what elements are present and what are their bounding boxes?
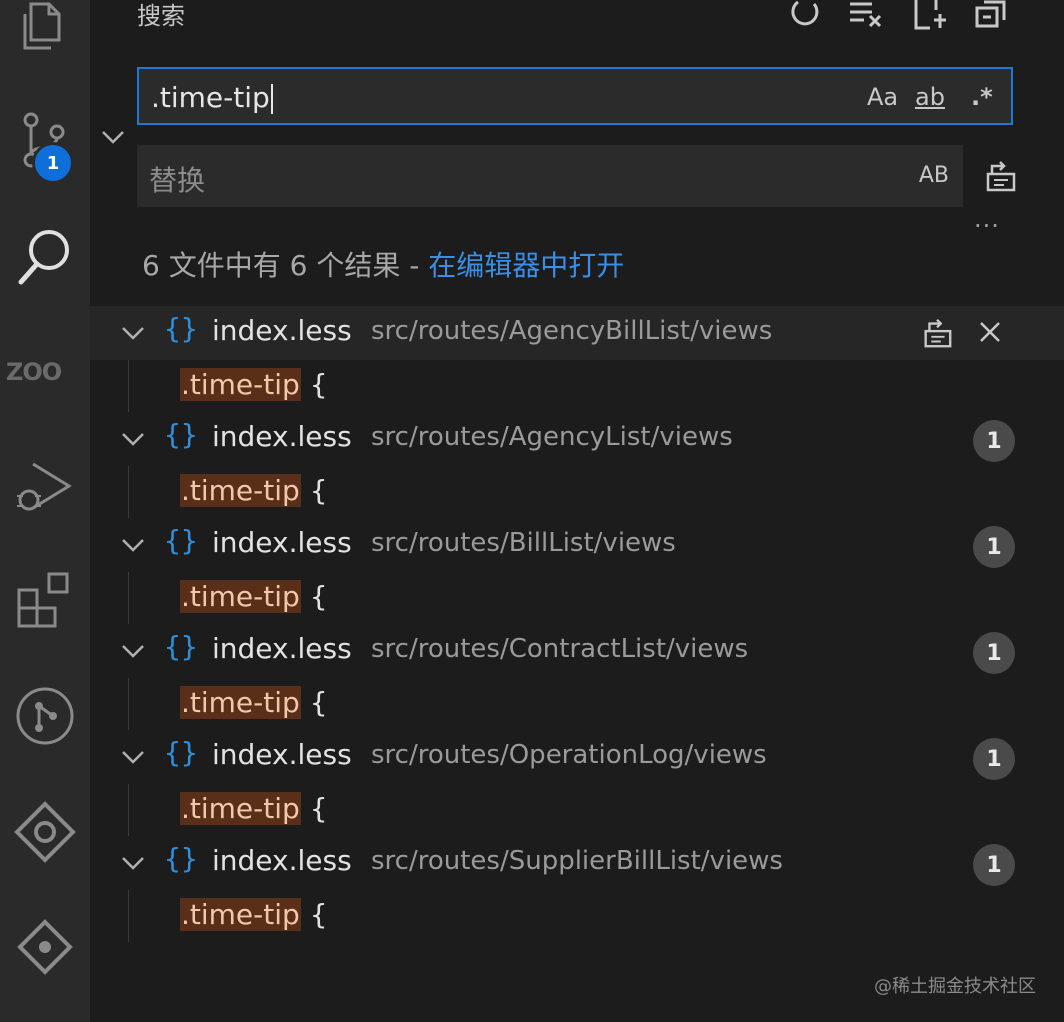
less-file-icon: {} [164,630,198,663]
file-name: index.less [212,738,352,771]
zoo-icon[interactable]: ZOO [6,358,62,386]
use-regex-button[interactable]: .* [971,83,993,111]
match-row[interactable]: .time-tip { [90,466,1064,518]
match-text: .time-tip { [180,580,328,613]
match-count-badge: 1 [973,738,1015,780]
file-result-row[interactable]: {} index.less src/routes/AgencyList/view… [90,412,1064,466]
dismiss-close-icon[interactable] [978,320,1002,348]
search-value: .time-tip [151,81,273,114]
more-options-button[interactable]: ··· [974,212,1000,240]
collapse-all-icon[interactable] [974,0,1008,32]
less-file-icon: {} [164,418,198,451]
tree-guide [128,784,129,836]
tree-guide [128,890,129,942]
file-path: src/routes/ContractList/views [371,634,749,664]
results-summary: 6 文件中有 6 个结果 - 在编辑器中打开 [142,244,624,284]
match-highlight: .time-tip [180,686,301,719]
match-row[interactable]: .time-tip { [90,890,1064,942]
file-path: src/routes/AgencyList/views [371,422,733,452]
file-name: index.less [212,420,352,453]
match-text: .time-tip { [180,474,328,507]
search-panel: 搜索 .time-tip Aa ab .* 替换 AB ··· 6 文件中有 6… [90,0,1064,1022]
file-name: index.less [212,844,352,877]
file-result-row[interactable]: {} index.less src/routes/ContractList/vi… [90,624,1064,678]
less-file-icon: {} [164,842,198,875]
tree-guide [128,678,129,730]
file-result-row[interactable]: {} index.less src/routes/AgencyBillList/… [90,306,1064,360]
match-highlight: .time-tip [180,792,301,825]
new-search-editor-icon[interactable] [912,0,948,34]
files-icon[interactable] [0,0,90,56]
chevron-down-icon[interactable] [120,850,146,880]
clear-results-icon[interactable] [848,0,884,32]
file-name: index.less [212,314,352,347]
chevron-down-icon[interactable] [120,426,146,456]
preserve-case-button[interactable]: AB [919,163,949,188]
match-highlight: .time-tip [180,368,301,401]
less-file-icon: {} [164,524,198,557]
match-text: .time-tip { [180,792,328,825]
replace-all-icon[interactable] [982,158,1018,198]
tree-guide [128,572,129,624]
tree-guide [128,360,129,412]
match-highlight: .time-tip [180,474,301,507]
scm-badge: 1 [32,142,74,184]
chevron-down-icon[interactable] [120,744,146,774]
match-highlight: .time-tip [180,580,301,613]
file-result-row[interactable]: {} index.less src/routes/SupplierBillLis… [90,836,1064,890]
less-file-icon: {} [164,736,198,769]
match-text: .time-tip { [180,368,328,401]
replace-input[interactable]: 替换 AB [137,145,963,207]
gitlens-icon[interactable] [0,800,90,864]
file-name: index.less [212,526,352,559]
refresh-icon[interactable] [788,0,820,32]
less-file-icon: {} [164,312,198,345]
match-text: .time-tip { [180,898,328,931]
panel-title: 搜索 [137,2,185,30]
git-graph-icon[interactable] [0,684,90,748]
match-count-badge: 1 [973,632,1015,674]
file-path: src/routes/AgencyBillList/views [371,316,773,346]
replace-placeholder: 替换 [149,164,206,197]
match-row[interactable]: .time-tip { [90,360,1064,412]
summary-text: 6 文件中有 6 个结果 - [142,249,429,282]
file-result-row[interactable]: {} index.less src/routes/OperationLog/vi… [90,730,1064,784]
chevron-down-icon[interactable] [120,320,146,350]
chevron-down-icon[interactable] [120,638,146,668]
watermark: @稀土掘金技术社区 [874,976,1036,997]
activity-bar: 1 ZOO [0,0,90,1022]
open-in-editor-link[interactable]: 在编辑器中打开 [428,249,624,282]
extensions-icon[interactable] [0,570,90,634]
search-input[interactable]: .time-tip Aa ab .* [137,67,1013,125]
match-count-badge: 1 [973,526,1015,568]
results-tree: {} index.less src/routes/AgencyBillList/… [90,306,1064,942]
match-highlight: .time-tip [180,898,301,931]
match-count-badge: 1 [973,420,1015,462]
toggle-replace-chevron-icon[interactable] [100,124,126,154]
match-whole-word-button[interactable]: ab [915,83,945,111]
match-count-badge: 1 [973,844,1015,886]
file-path: src/routes/OperationLog/views [371,740,767,770]
file-name: index.less [212,632,352,665]
file-result-row[interactable]: {} index.less src/routes/BillList/views … [90,518,1064,572]
search-icon[interactable] [0,224,90,288]
match-row[interactable]: .time-tip { [90,784,1064,836]
file-path: src/routes/BillList/views [371,528,676,558]
tree-guide [128,466,129,518]
match-case-button[interactable]: Aa [867,83,898,111]
remote-icon[interactable] [0,918,90,976]
chevron-down-icon[interactable] [120,532,146,562]
file-path: src/routes/SupplierBillList/views [371,846,783,876]
match-text: .time-tip { [180,686,328,719]
match-row[interactable]: .time-tip { [90,572,1064,624]
match-row[interactable]: .time-tip { [90,678,1064,730]
run-debug-icon[interactable] [0,456,90,520]
replace-file-icon[interactable] [920,316,954,354]
